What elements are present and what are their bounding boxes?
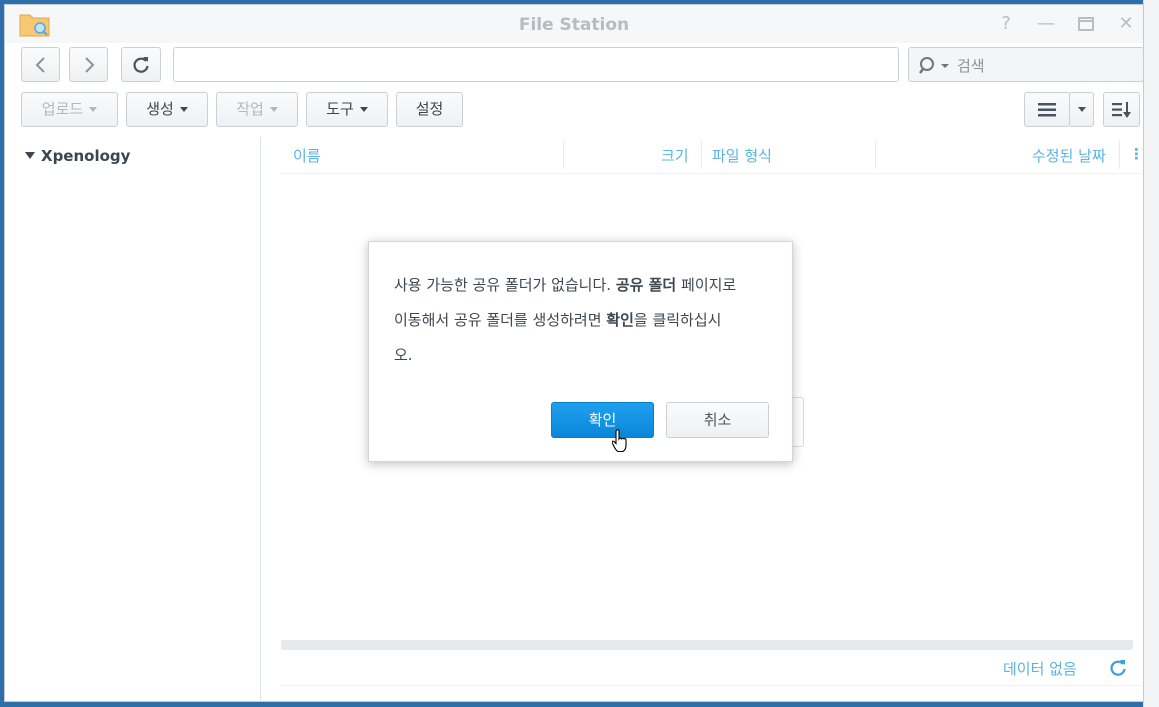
- search-icon: [919, 57, 949, 74]
- upload-label: 업로드: [41, 100, 84, 118]
- message-dialog: 사용 가능한 공유 폴더가 없습니다. 공유 폴더 페이지로 이동해서 공유 폴…: [368, 241, 793, 462]
- hand-cursor-icon: [611, 429, 628, 457]
- column-type[interactable]: 파일 형식: [712, 145, 772, 166]
- cancel-button[interactable]: 취소: [666, 402, 769, 438]
- create-button[interactable]: 생성: [126, 92, 208, 127]
- column-divider: [1119, 141, 1120, 169]
- list-icon: [1038, 103, 1056, 117]
- expand-triangle-icon: [25, 152, 35, 159]
- tools-label: 도구: [326, 100, 354, 118]
- status-text: 데이터 없음: [1003, 660, 1077, 678]
- help-icon[interactable]: ?: [995, 13, 1017, 35]
- chevron-down-icon: [269, 107, 278, 112]
- upload-button[interactable]: 업로드: [21, 92, 118, 127]
- chevron-down-icon: [1077, 107, 1086, 112]
- column-size[interactable]: 크기: [661, 145, 689, 166]
- maximize-icon[interactable]: [1075, 13, 1097, 35]
- action-label: 작업: [236, 100, 264, 118]
- message-text: 오.: [394, 346, 413, 364]
- sort-button[interactable]: [1103, 92, 1140, 127]
- ok-button[interactable]: 확인: [551, 402, 654, 438]
- column-modified[interactable]: 수정된 날짜: [1032, 145, 1106, 166]
- horizontal-scrollbar[interactable]: [281, 640, 1133, 650]
- footer-divider: [281, 685, 1141, 686]
- column-divider: [875, 141, 876, 169]
- chevron-down-icon: [89, 107, 98, 112]
- tools-button[interactable]: 도구: [306, 92, 388, 127]
- message-bold-text: 확인: [606, 311, 634, 329]
- refresh-button[interactable]: [121, 47, 161, 82]
- tree-item-xpenology[interactable]: Xpenology: [25, 147, 130, 165]
- sort-icon: [1111, 102, 1131, 118]
- column-divider: [563, 141, 564, 169]
- chevron-down-icon: [179, 107, 188, 112]
- chevron-down-icon: [359, 107, 368, 112]
- file-list-header: 이름 크기 파일 형식 수정된 날짜 ⋮: [281, 137, 1143, 174]
- window-title: File Station: [518, 15, 630, 35]
- settings-button[interactable]: 설정: [396, 92, 463, 127]
- path-input[interactable]: [173, 47, 899, 82]
- message-text: 사용 가능한 공유 폴더가 없습니다.: [394, 276, 616, 294]
- titlebar: File Station ? — ✕: [5, 5, 1143, 43]
- refresh-icon[interactable]: [1109, 659, 1127, 682]
- back-button[interactable]: [21, 47, 60, 82]
- column-name[interactable]: 이름: [293, 145, 321, 166]
- desktop-edge: [1143, 0, 1159, 707]
- refresh-icon: [133, 57, 149, 73]
- folder-tree: Xpenology: [5, 137, 261, 701]
- dialog-message: 사용 가능한 공유 폴더가 없습니다. 공유 폴더 페이지로 이동해서 공유 폴…: [394, 268, 774, 373]
- create-label: 생성: [146, 100, 174, 118]
- search-placeholder: 검색: [957, 57, 985, 75]
- column-menu-icon[interactable]: ⋮: [1129, 145, 1143, 163]
- message-bold-text: 공유 폴더: [615, 276, 677, 294]
- message-text: 을 클릭하십시: [633, 311, 722, 329]
- search-input[interactable]: 검색: [908, 47, 1143, 82]
- message-text: 페이지로: [676, 276, 737, 294]
- column-divider: [701, 141, 702, 169]
- minimize-icon[interactable]: —: [1035, 13, 1057, 35]
- list-view-button[interactable]: [1024, 92, 1070, 127]
- file-station-window: File Station ? — ✕ 검색 업로드 생성 작업 도구 설정 Xp…: [4, 4, 1144, 702]
- background-button-edge: [793, 397, 804, 447]
- view-dropdown-button[interactable]: [1069, 92, 1094, 127]
- close-icon[interactable]: ✕: [1115, 13, 1137, 35]
- tree-item-label: Xpenology: [41, 147, 131, 165]
- message-text: 이동해서 공유 폴더를 생성하려면: [394, 311, 607, 329]
- forward-button[interactable]: [69, 47, 108, 82]
- action-button[interactable]: 작업: [216, 92, 298, 127]
